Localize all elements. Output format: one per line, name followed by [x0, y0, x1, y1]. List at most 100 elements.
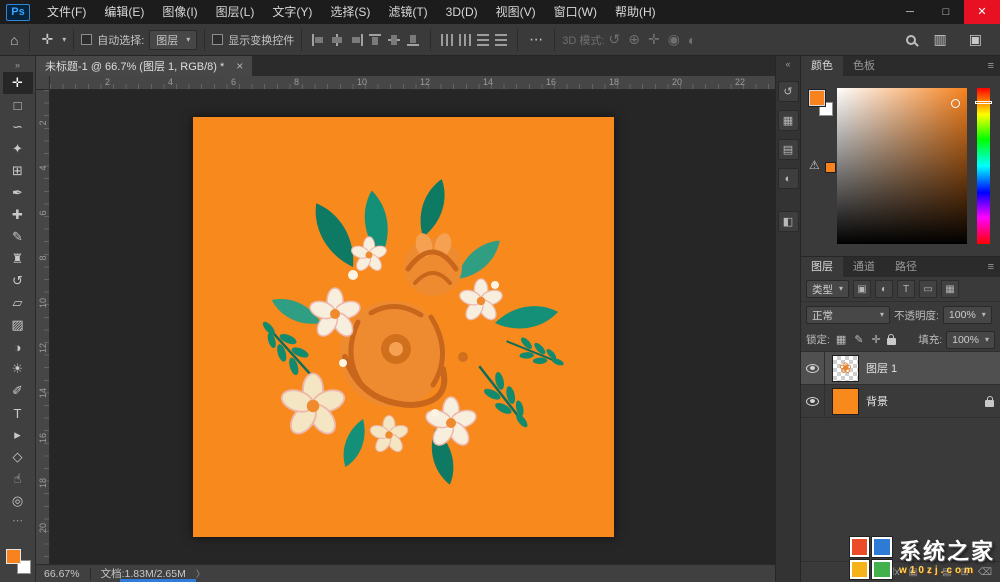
shape-tool[interactable]: ◇ — [3, 446, 33, 468]
tab-channels[interactable]: 通道 — [843, 257, 885, 277]
history-brush-tool[interactable]: ↺ — [3, 270, 33, 292]
filter-type-layers-icon[interactable]: T — [897, 280, 915, 298]
menu-item-file[interactable]: 文件(F) — [38, 0, 95, 24]
canvas-document[interactable] — [193, 117, 614, 537]
fill-dropdown[interactable]: 100% ▾ — [946, 331, 995, 349]
distribute-h-icon-2[interactable] — [495, 34, 507, 46]
dodge-tool[interactable]: ☀ — [3, 358, 33, 380]
hue-slider[interactable] — [977, 88, 990, 244]
hand-tool[interactable]: ☝ — [3, 468, 33, 490]
align-center-h-icon[interactable] — [331, 34, 344, 46]
zoom-level-field[interactable]: 66.67% — [44, 568, 80, 580]
3d-slide-icon[interactable]: ◉ — [664, 31, 684, 48]
adjustments-panel-icon[interactable]: ◐ — [778, 168, 799, 189]
pen-tool[interactable]: ✐ — [3, 380, 33, 402]
align-top-icon[interactable] — [369, 34, 382, 46]
menu-item-window[interactable]: 窗口(W) — [545, 0, 606, 24]
blur-tool[interactable]: ◑ — [3, 336, 33, 358]
marquee-tool[interactable]: □ — [3, 94, 33, 116]
libraries-panel-icon[interactable]: ▦ — [778, 110, 799, 131]
menu-item-filter[interactable]: 滤镜(T) — [379, 0, 436, 24]
layer-thumbnail[interactable] — [832, 388, 859, 415]
expand-panels-icon[interactable]: « — [785, 59, 790, 73]
more-options-icon[interactable]: ⋯ — [525, 31, 547, 48]
document-tab[interactable]: 未标题-1 @ 66.7% (图层 1, RGB/8) * × — [36, 56, 252, 76]
tab-swatches[interactable]: 色板 — [843, 56, 885, 76]
status-options-chevron[interactable]: 〉 — [196, 567, 205, 580]
close-button[interactable]: ✕ — [964, 0, 1000, 24]
edit-toolbar-icon[interactable]: ⋯ — [12, 514, 23, 527]
clone-stamp-tool[interactable]: ♜ — [3, 248, 33, 270]
foreground-color-swatch[interactable] — [809, 90, 825, 106]
tab-color[interactable]: 颜色 — [801, 56, 843, 76]
properties-panel-icon[interactable]: ◧ — [778, 211, 799, 232]
lock-all-icon[interactable] — [887, 338, 896, 345]
tab-layers[interactable]: 图层 — [801, 257, 843, 277]
minimize-button[interactable]: ─ — [892, 0, 928, 24]
workspace-icon[interactable]: ▥ — [930, 31, 951, 48]
visibility-toggle[interactable] — [801, 352, 825, 384]
quick-selection-tool[interactable]: ✦ — [3, 138, 33, 160]
info-panel-icon[interactable]: ▤ — [778, 139, 799, 160]
panel-menu-icon[interactable]: ≡ — [988, 60, 1000, 72]
arrange-docs-icon[interactable]: ▣ — [965, 31, 986, 48]
saturation-brightness-picker[interactable] — [837, 88, 967, 244]
auto-select-checkbox[interactable] — [81, 34, 92, 45]
search-icon[interactable] — [906, 35, 916, 45]
toolbar-collapse-icon[interactable]: » — [15, 58, 20, 72]
menu-item-3d[interactable]: 3D(D) — [437, 0, 487, 24]
3d-roll-icon[interactable]: ⊕ — [624, 31, 644, 48]
layer-thumbnail[interactable]: ❀ — [832, 355, 859, 382]
distribute-v-icon-2[interactable] — [459, 34, 471, 46]
hue-slider-cursor[interactable] — [975, 101, 992, 104]
filter-pixel-layers-icon[interactable]: ▣ — [853, 280, 871, 298]
menu-item-edit[interactable]: 编辑(E) — [95, 0, 153, 24]
lock-pixels-icon[interactable]: ✎ — [852, 333, 865, 346]
menu-item-select[interactable]: 选择(S) — [321, 0, 379, 24]
menu-item-view[interactable]: 视图(V) — [487, 0, 545, 24]
eyedropper-tool[interactable]: ✒ — [3, 182, 33, 204]
healing-brush-tool[interactable]: ✚ — [3, 204, 33, 226]
lasso-tool[interactable]: ∽ — [3, 116, 33, 138]
close-tab-icon[interactable]: × — [236, 59, 243, 73]
brush-tool[interactable]: ✎ — [3, 226, 33, 248]
align-left-icon[interactable] — [312, 34, 325, 46]
layer-row-layer1[interactable]: ❀ 图层 1 — [801, 352, 1000, 385]
zoom-tool[interactable]: ◎ — [3, 490, 33, 512]
lock-position-icon[interactable]: ✛ — [870, 333, 883, 346]
lock-transparency-icon[interactable]: ▦ — [834, 333, 848, 346]
3d-scale-icon[interactable]: ◐ — [684, 32, 700, 48]
3d-orbit-icon[interactable]: ↺ — [604, 31, 624, 48]
filter-smart-objects-icon[interactable]: ▦ — [941, 280, 959, 298]
color-picker-cursor[interactable] — [951, 99, 960, 108]
history-panel-icon[interactable]: ↺ — [778, 81, 799, 102]
panel-menu-icon[interactable]: ≡ — [988, 261, 1000, 273]
menu-item-type[interactable]: 文字(Y) — [263, 0, 321, 24]
current-tool-preset[interactable]: ✛ ▾ — [37, 31, 66, 48]
move-tool[interactable]: ✛ — [3, 72, 33, 94]
menu-item-image[interactable]: 图像(I) — [153, 0, 206, 24]
path-selection-tool[interactable]: ▸ — [3, 424, 33, 446]
layer-name[interactable]: 图层 1 — [866, 360, 897, 376]
tab-paths[interactable]: 路径 — [885, 257, 927, 277]
show-transform-checkbox[interactable] — [212, 34, 223, 45]
visibility-toggle[interactable] — [801, 385, 825, 417]
opacity-dropdown[interactable]: 100% ▾ — [943, 306, 992, 324]
align-right-icon[interactable] — [350, 34, 363, 46]
layer-name[interactable]: 背景 — [866, 393, 888, 409]
home-icon[interactable]: ⌂ — [6, 32, 22, 48]
align-center-v-icon[interactable] — [388, 34, 401, 46]
align-bottom-icon[interactable] — [407, 34, 420, 46]
gradient-tool[interactable]: ▨ — [3, 314, 33, 336]
filter-type-dropdown[interactable]: 类型 ▾ — [806, 280, 849, 298]
menu-item-layer[interactable]: 图层(L) — [207, 0, 264, 24]
maximize-button[interactable]: □ — [928, 0, 964, 24]
distribute-v-icon-1[interactable] — [441, 34, 453, 46]
auto-select-dropdown[interactable]: 图层 ▾ — [149, 30, 197, 50]
blend-mode-dropdown[interactable]: 正常 ▾ — [806, 306, 890, 324]
distribute-h-icon-1[interactable] — [477, 34, 489, 46]
eraser-tool[interactable]: ▱ — [3, 292, 33, 314]
layer-row-background[interactable]: 背景 — [801, 385, 1000, 418]
gamut-color-swatch[interactable] — [825, 162, 836, 173]
foreground-color-swatch[interactable] — [6, 549, 21, 564]
